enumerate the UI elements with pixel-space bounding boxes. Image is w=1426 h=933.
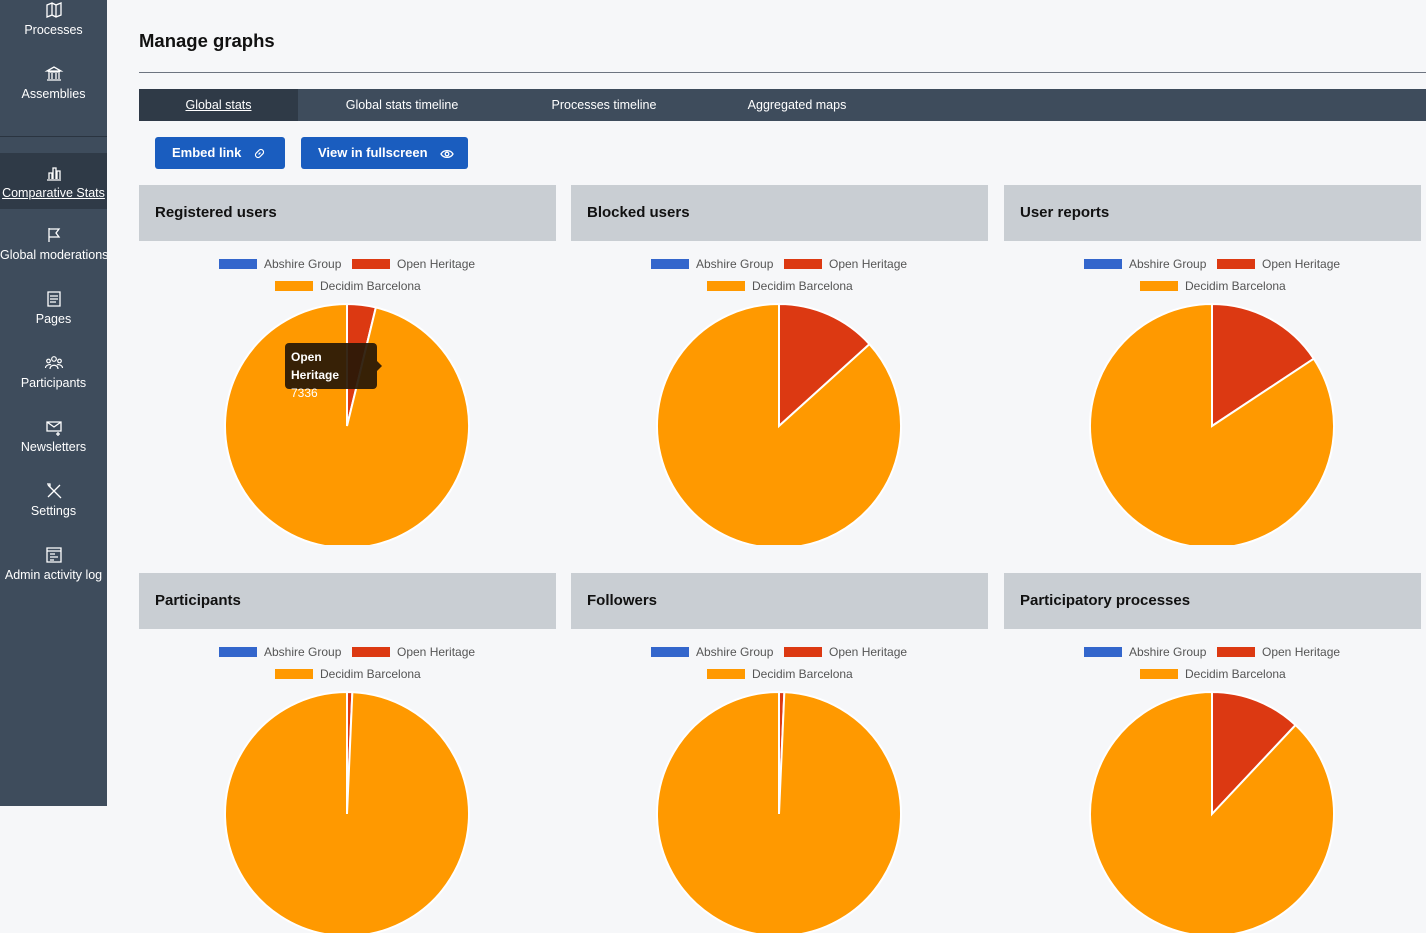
sidebar-item-label: Pages xyxy=(35,312,72,326)
tab-bar: Global stats Global stats timeline Proce… xyxy=(139,89,1426,121)
tools-icon xyxy=(46,483,61,499)
tab-label: Global stats xyxy=(185,98,252,112)
chart-panel: User reports Abshire Group Open Heritage De… xyxy=(1004,185,1421,545)
sidebar-item-newsletters[interactable]: Newsletters xyxy=(0,417,107,455)
sidebar-item-global-moderations[interactable]: Global moderations xyxy=(0,225,107,263)
tab-label: Aggregated maps xyxy=(747,98,847,112)
tab-global-stats[interactable]: Global stats xyxy=(139,89,298,121)
bar-chart-icon xyxy=(46,167,61,181)
chart-tooltip: Open Heritage 7336 xyxy=(285,343,382,400)
sidebar-item-comparative-stats[interactable]: Comparative Stats xyxy=(0,153,107,209)
view-fullscreen-label: View in fullscreen xyxy=(318,145,428,160)
pie-slice-barcelona[interactable] xyxy=(224,302,470,545)
chart-panel: Blocked users Abshire Group Open Heritage D… xyxy=(571,185,988,545)
users-icon xyxy=(44,356,63,370)
page-icon xyxy=(46,291,61,307)
pie-chart xyxy=(656,302,902,545)
pie-chart xyxy=(224,690,470,933)
eye-icon xyxy=(439,149,454,158)
admin-sidebar: Processes Assemblies Comparative Stats G… xyxy=(0,0,107,806)
tooltip-title: Open Heritage xyxy=(291,350,340,382)
tab-global-stats-timeline[interactable]: Global stats timeline xyxy=(298,89,506,121)
link-icon xyxy=(255,148,265,159)
tab-label: Processes timeline xyxy=(551,98,657,112)
embed-link-label: Embed link xyxy=(172,145,242,160)
main-content: Manage graphs Global stats Global stats … xyxy=(107,0,1426,933)
sidebar-item-label: Participants xyxy=(20,376,87,390)
flag-icon xyxy=(47,228,60,242)
sidebar-item-processes[interactable]: Processes xyxy=(0,0,107,38)
tooltip-value: 7336 xyxy=(291,386,318,400)
sidebar-item-label: Assemblies xyxy=(21,87,86,101)
institution-icon xyxy=(44,66,63,81)
tab-processes-timeline[interactable]: Processes timeline xyxy=(506,89,702,121)
sidebar-item-pages[interactable]: Pages xyxy=(0,289,107,327)
sidebar-item-label: Admin activity log xyxy=(4,568,103,582)
page-title: Manage graphs xyxy=(139,30,275,51)
embed-link-button[interactable]: Embed link xyxy=(155,137,285,169)
mail-icon xyxy=(45,421,62,436)
sidebar-divider xyxy=(0,136,107,137)
chart-panel: Participants Abshire Group Open Heritage De… xyxy=(139,573,556,933)
tab-aggregated-maps[interactable]: Aggregated maps xyxy=(702,89,892,121)
sidebar-item-label: Newsletters xyxy=(20,440,87,454)
sidebar-item-label: Processes xyxy=(24,23,83,37)
sidebar-item-assemblies[interactable]: Assemblies xyxy=(0,64,107,102)
pie-slice-barcelona[interactable] xyxy=(224,690,470,933)
tab-label: Global stats timeline xyxy=(345,98,459,112)
sidebar-item-label: Global moderations xyxy=(0,248,107,262)
log-icon xyxy=(45,547,62,563)
title-divider xyxy=(139,72,1426,73)
map-icon xyxy=(45,2,62,18)
chart-panel: Participatory processes Abshire Group Open… xyxy=(1004,573,1421,933)
chart-panel: Followers Abshire Group Open Heritage Decid… xyxy=(571,573,988,933)
pie-slice-barcelona[interactable] xyxy=(656,690,902,933)
sidebar-item-label: Comparative Stats xyxy=(2,186,105,200)
sidebar-item-settings[interactable]: Settings xyxy=(0,481,107,519)
pie-chart xyxy=(656,690,902,933)
sidebar-item-label: Settings xyxy=(30,504,77,518)
pie-slice-barcelona[interactable] xyxy=(1089,690,1335,933)
sidebar-item-participants[interactable]: Participants xyxy=(0,353,107,391)
chart-panel: Registered users Abshire Group Open Herita… xyxy=(139,185,556,545)
sidebar-item-admin-activity-log[interactable]: Admin activity log xyxy=(0,545,107,583)
view-fullscreen-button[interactable]: View in fullscreen xyxy=(301,137,468,169)
pie-chart xyxy=(1089,690,1335,933)
pie-chart xyxy=(1089,302,1335,545)
